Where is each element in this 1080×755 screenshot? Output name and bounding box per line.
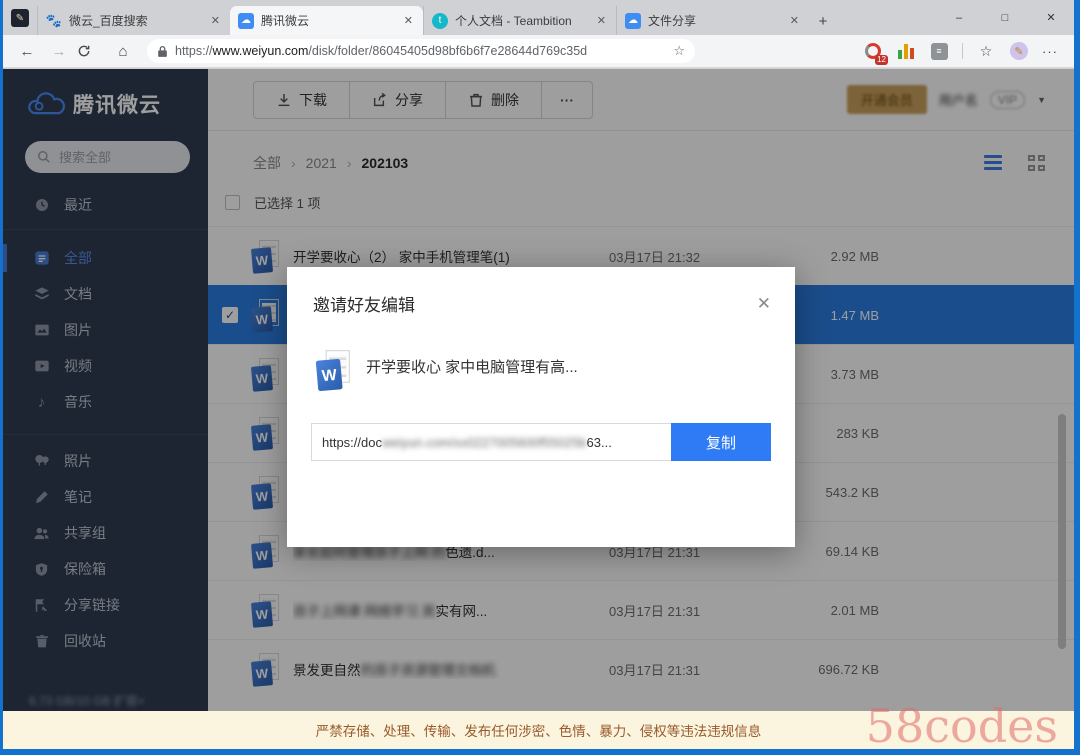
invite-edit-dialog: 邀请好友编辑 ✕ W 开学要收心 家中电脑管理有高... https://doc… (287, 267, 795, 547)
extension-notes-icon[interactable]: ≡ (929, 41, 949, 61)
window-controls: – □ ✕ (936, 0, 1074, 35)
url-text: https://www.weiyun.com/disk/folder/86045… (175, 44, 587, 58)
address-bar[interactable]: https://www.weiyun.com/disk/folder/86045… (147, 39, 695, 63)
dialog-close-icon[interactable]: ✕ (757, 294, 771, 314)
tab-title: 微云_百度搜索 (69, 12, 202, 29)
tab-strip: ✎ 🐾 微云_百度搜索 ✕ ☁ 腾讯微云 ✕ t 个人文档 - Teambiti… (3, 0, 1074, 35)
extensions-bar: 12 ≡ ☆ ✎ ··· (863, 41, 1064, 61)
shared-file: W 开学要收心 家中电脑管理有高... (317, 350, 795, 383)
weiyun-favicon: ☁ (238, 13, 254, 29)
tab-weiyun[interactable]: ☁ 腾讯微云 ✕ (230, 6, 423, 35)
tab-title: 文件分享 (648, 12, 781, 29)
shared-file-name: 开学要收心 家中电脑管理有高... (366, 356, 578, 377)
collections-icon[interactable]: ☆ (976, 41, 996, 61)
extension-editor-icon[interactable]: ✎ (1009, 41, 1029, 61)
share-favicon: ☁ (625, 13, 641, 29)
tab-close-icon[interactable]: ✕ (402, 14, 415, 27)
tab-title: 腾讯微云 (261, 12, 395, 29)
tab-teambition[interactable]: t 个人文档 - Teambition ✕ (423, 6, 616, 35)
browser-toolbar: ← → ⌂ https://www.weiyun.com/disk/folder… (3, 35, 1074, 68)
compliance-text: 严禁存储、处理、传输、发布任何涉密、色情、暴力、侵权等违法违规信息 (316, 720, 762, 740)
tab-close-icon[interactable]: ✕ (595, 14, 608, 27)
close-button[interactable]: ✕ (1028, 0, 1074, 35)
maximize-button[interactable]: □ (982, 0, 1028, 35)
lock-icon (157, 45, 168, 58)
word-file-icon: W (317, 350, 350, 390)
tab-close-icon[interactable]: ✕ (788, 14, 801, 27)
forward-button[interactable]: → (45, 43, 73, 60)
tab-baidu-search[interactable]: 🐾 微云_百度搜索 ✕ (37, 6, 230, 35)
extension-equalizer-icon[interactable] (896, 41, 916, 61)
back-button[interactable]: ← (13, 43, 41, 60)
copy-link-button[interactable]: 复制 (671, 423, 771, 461)
home-button[interactable]: ⌂ (109, 43, 137, 60)
share-link-field[interactable]: https://docweiyun.com/xx0227005600f55025… (311, 423, 671, 461)
refresh-icon (77, 44, 91, 58)
teambition-favicon: t (432, 13, 448, 29)
extension-blocker-icon[interactable]: 12 (863, 41, 883, 61)
dialog-title: 邀请好友编辑 (313, 291, 415, 316)
baidu-favicon: 🐾 (46, 13, 62, 29)
divider (962, 43, 963, 59)
tab-file-share[interactable]: ☁ 文件分享 ✕ (616, 6, 809, 35)
tab-title: 个人文档 - Teambition (455, 12, 588, 29)
tab-close-icon[interactable]: ✕ (209, 14, 222, 27)
watermark: 58codes (866, 703, 1058, 749)
weiyun-app: 腾讯微云 最近 全部 (3, 69, 1074, 749)
refresh-button[interactable] (77, 44, 105, 58)
minimize-button[interactable]: – (936, 0, 982, 35)
browser-menu-icon[interactable]: ··· (1042, 44, 1058, 59)
extension-badge: 12 (875, 55, 888, 65)
browser-window: ✎ 🐾 微云_百度搜索 ✕ ☁ 腾讯微云 ✕ t 个人文档 - Teambiti… (0, 0, 1080, 755)
new-tab-button[interactable]: + (809, 7, 837, 35)
favorite-star-icon[interactable]: ☆ (673, 43, 685, 59)
browser-app-icon[interactable]: ✎ (11, 9, 29, 27)
